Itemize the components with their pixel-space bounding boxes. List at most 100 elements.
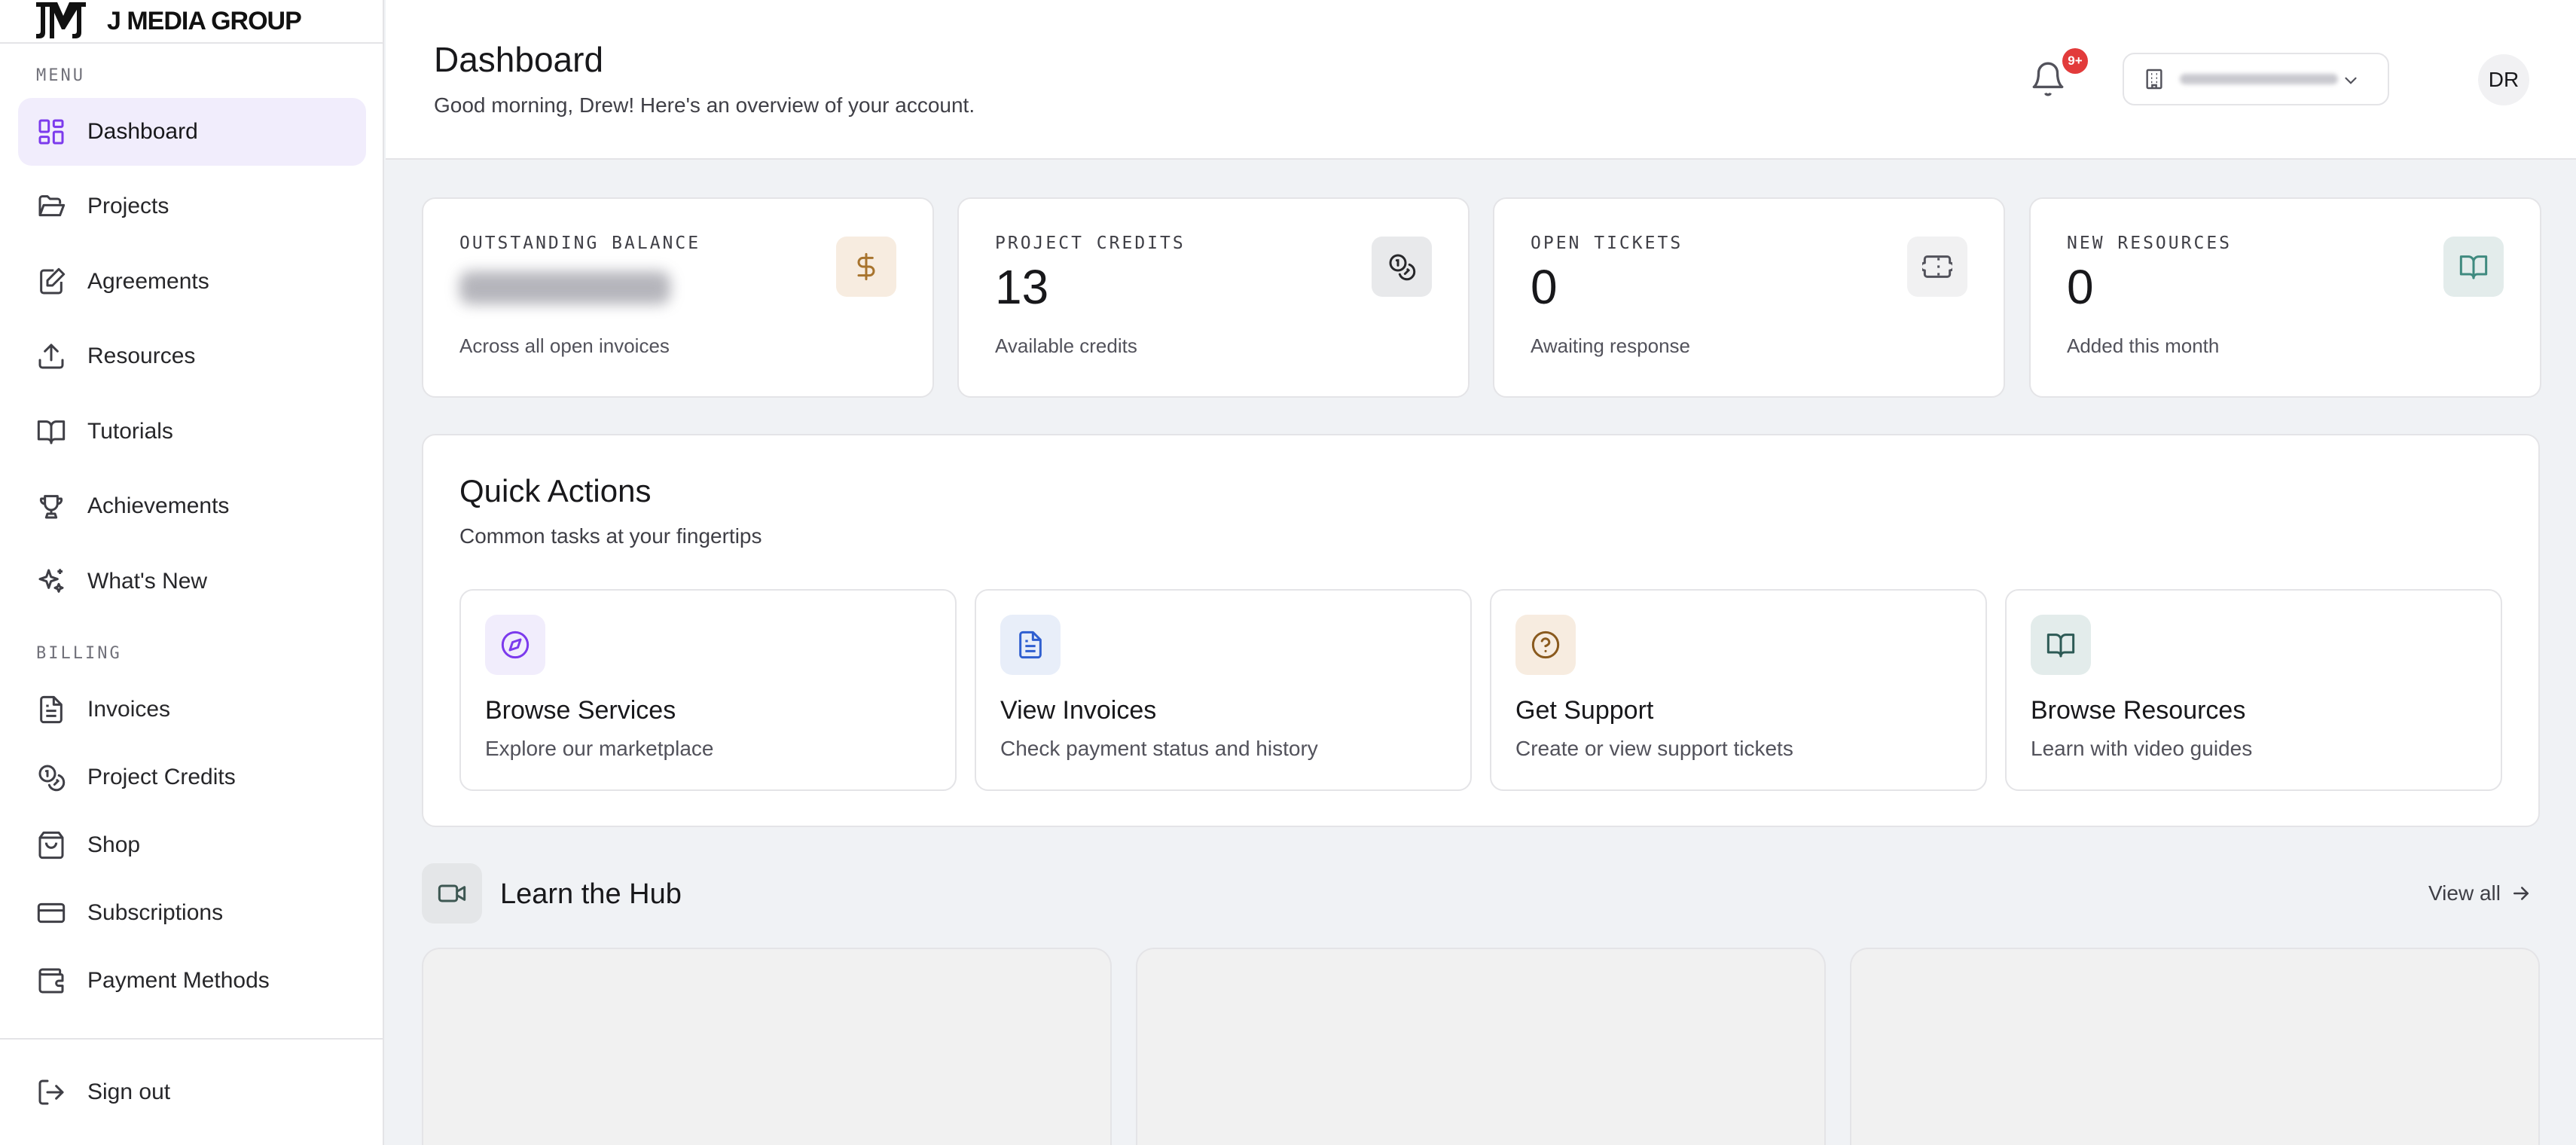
arrow-right-icon: [2513, 887, 2529, 900]
stat-label: PROJECT CREDITS: [995, 234, 1186, 253]
stat-note: Awaiting response: [1531, 334, 1690, 357]
sidebar-item-label: What's New: [87, 569, 208, 594]
learn-hub-title: Learn the Hub: [500, 878, 682, 910]
quick-action-desc: Explore our marketplace: [485, 737, 714, 760]
sidebar-divider: [0, 1038, 383, 1040]
stat-card-project-credits: PROJECT CREDITS 13 Available credits: [957, 197, 1470, 398]
sidebar-item-label: Project Credits: [87, 765, 236, 789]
quick-action-desc: Create or view support tickets: [1515, 737, 1793, 760]
sidebar-item-label: Tutorials: [87, 419, 173, 444]
organization-select[interactable]: [2123, 53, 2389, 105]
stat-value-redacted: [459, 271, 670, 304]
layout-grid-icon: [36, 117, 66, 147]
sidebar-item-dashboard[interactable]: Dashboard: [18, 98, 366, 166]
sidebar-item-whats-new[interactable]: What's New: [18, 548, 366, 615]
avatar[interactable]: DR: [2478, 54, 2529, 105]
view-all-link[interactable]: View all: [2428, 881, 2532, 905]
sidebar-item-payment-methods[interactable]: Payment Methods: [18, 951, 366, 1011]
stat-value: 0: [2067, 260, 2094, 314]
sidebar-item-projects[interactable]: Projects: [18, 173, 366, 240]
sparkles-icon: [36, 566, 66, 597]
sidebar-item-label: Projects: [87, 194, 169, 218]
coins-icon: [1372, 237, 1432, 297]
stat-note: Added this month: [2067, 334, 2220, 357]
bell-icon[interactable]: [2029, 60, 2067, 98]
sidebar-item-tutorials[interactable]: Tutorials: [18, 398, 366, 466]
trophy-icon: [36, 491, 66, 521]
file-text-icon: [36, 695, 66, 725]
file-signature-icon: [36, 267, 66, 297]
page-header: Dashboard Good morning, Drew! Here's an …: [386, 0, 2576, 160]
quick-action-title: Browse Services: [485, 696, 676, 725]
video-card-placeholder[interactable]: [422, 948, 1112, 1145]
log-out-icon: [36, 1077, 66, 1107]
sidebar-item-label: Resources: [87, 344, 196, 368]
sidebar-item-resources[interactable]: Resources: [18, 322, 366, 390]
sidebar-item-project-credits[interactable]: Project Credits: [18, 747, 366, 808]
sidebar-item-agreements[interactable]: Agreements: [18, 248, 366, 316]
notification-badge: 9+: [2062, 48, 2088, 74]
view-all-label: View all: [2428, 881, 2501, 905]
sidebar-item-label: Payment Methods: [87, 968, 270, 993]
page-title: Dashboard: [434, 40, 604, 79]
shopping-bag-icon: [36, 830, 66, 860]
file-text-icon: [1000, 615, 1061, 675]
video-icon: [422, 863, 482, 924]
sidebar-item-label: Invoices: [87, 697, 171, 722]
quick-actions-panel: Quick Actions Common tasks at your finge…: [422, 434, 2540, 827]
building-icon: [2146, 69, 2162, 90]
view-invoices-card[interactable]: View Invoices Check payment status and h…: [975, 589, 1472, 791]
quick-action-title: Get Support: [1515, 696, 1654, 725]
chevron-down-icon: [2345, 77, 2357, 84]
book-open-icon: [2443, 237, 2504, 297]
compass-icon: [485, 615, 545, 675]
jmg-monogram-icon: [36, 2, 86, 38]
stat-value: 0: [1531, 260, 1558, 314]
stat-label: NEW RESOURCES: [2067, 234, 2233, 253]
billing-section-label: BILLING: [36, 644, 122, 663]
video-card-placeholder[interactable]: [1136, 948, 1826, 1145]
sidebar-item-shop[interactable]: Shop: [18, 815, 366, 875]
stat-note: Across all open invoices: [459, 334, 670, 357]
wallet-icon: [36, 966, 66, 996]
quick-action-title: View Invoices: [1000, 696, 1157, 725]
sidebar-item-label: Achievements: [87, 493, 230, 518]
ticket-icon: [1907, 237, 1967, 297]
menu-section-label: MENU: [36, 66, 85, 85]
get-support-card[interactable]: Get Support Create or view support ticke…: [1490, 589, 1987, 791]
sidebar: J MEDIA GROUP MENU Dashboard Projects Ag…: [0, 0, 384, 1145]
folder-open-icon: [36, 191, 66, 221]
organization-name-redacted: [2180, 74, 2338, 84]
book-open-icon: [36, 417, 66, 447]
page-subtitle: Good morning, Drew! Here's an overview o…: [434, 93, 975, 117]
upload-icon: [36, 341, 66, 371]
book-open-icon: [2031, 615, 2091, 675]
sidebar-item-label: Subscriptions: [87, 900, 224, 925]
sign-out-label: Sign out: [87, 1079, 171, 1104]
stat-label: OPEN TICKETS: [1531, 234, 1683, 253]
sign-out-button[interactable]: Sign out: [18, 1062, 366, 1122]
sidebar-item-invoices[interactable]: Invoices: [18, 679, 366, 740]
stat-label: OUTSTANDING BALANCE: [459, 234, 701, 253]
quick-actions-subtitle: Common tasks at your fingertips: [459, 524, 762, 548]
quick-action-desc: Check payment status and history: [1000, 737, 1318, 760]
brand-logo[interactable]: J MEDIA GROUP: [0, 0, 383, 44]
video-card-placeholder[interactable]: [1850, 948, 2540, 1145]
sidebar-item-label: Dashboard: [87, 119, 198, 144]
browse-resources-card[interactable]: Browse Resources Learn with video guides: [2005, 589, 2502, 791]
stat-note: Available credits: [995, 334, 1137, 357]
dollar-icon: [836, 237, 896, 297]
browse-services-card[interactable]: Browse Services Explore our marketplace: [459, 589, 957, 791]
stat-card-outstanding-balance: OUTSTANDING BALANCE Across all open invo…: [422, 197, 934, 398]
sidebar-item-label: Agreements: [87, 269, 209, 294]
credit-card-icon: [36, 898, 66, 928]
stat-card-new-resources: NEW RESOURCES 0 Added this month: [2029, 197, 2541, 398]
sidebar-item-achievements[interactable]: Achievements: [18, 472, 366, 540]
quick-action-desc: Learn with video guides: [2031, 737, 2253, 760]
sidebar-item-subscriptions[interactable]: Subscriptions: [18, 883, 366, 943]
quick-actions-title: Quick Actions: [459, 473, 652, 508]
help-circle-icon: [1515, 615, 1576, 675]
coins-icon: [36, 762, 66, 792]
sidebar-item-label: Shop: [87, 832, 141, 857]
quick-action-title: Browse Resources: [2031, 696, 2246, 725]
